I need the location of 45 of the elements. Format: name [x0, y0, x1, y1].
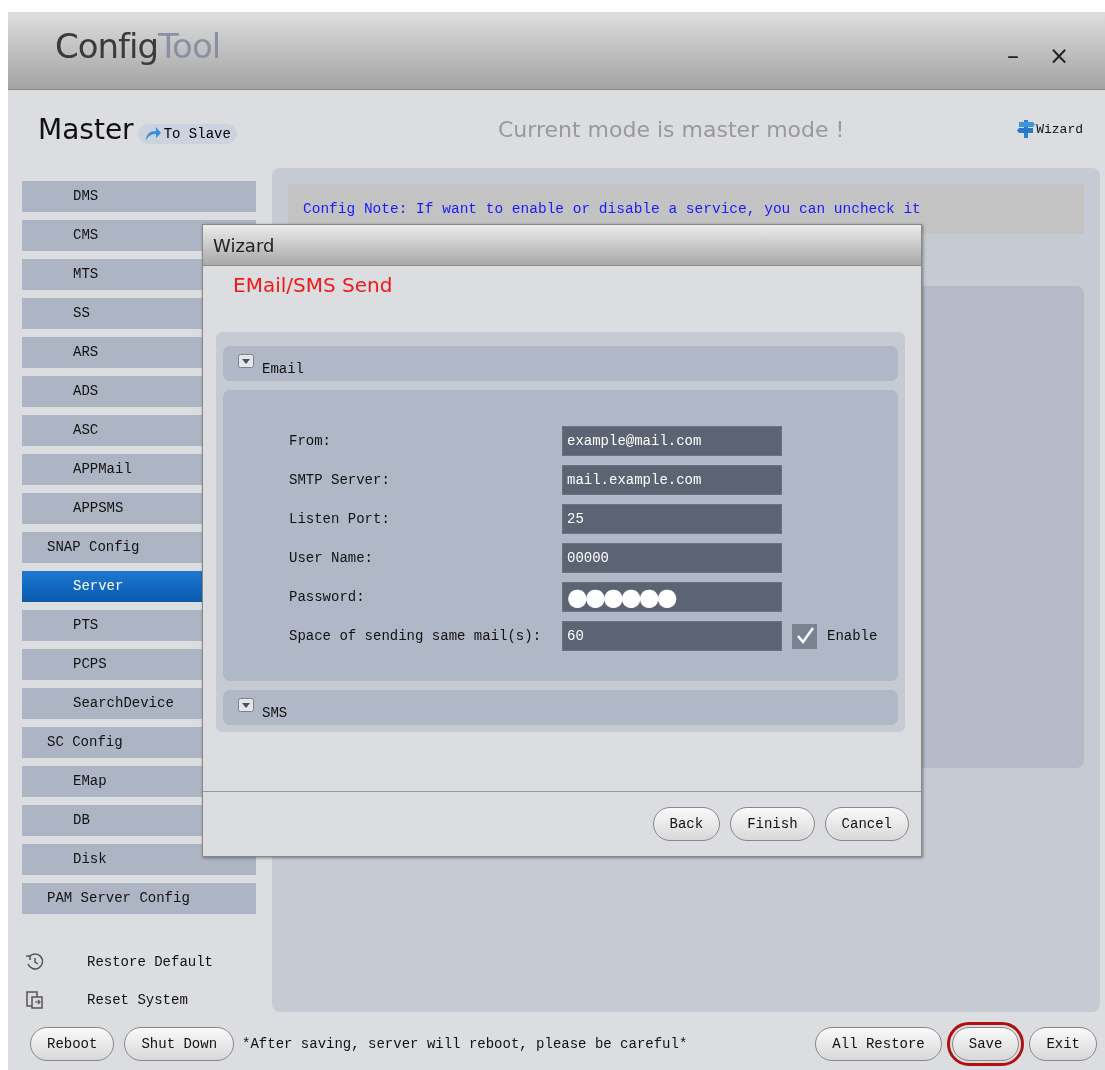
mode-message: Current mode is master mode ! — [498, 116, 846, 142]
dropdown-toggle-icon[interactable] — [238, 354, 254, 368]
password-field[interactable]: ●●●●●● — [562, 582, 782, 612]
warning-text: *After saving, server will reboot, please be careful* — [242, 1036, 688, 1052]
dialog-button[interactable]: Back — [652, 807, 721, 841]
field-label: SMTP Server: — [289, 472, 391, 488]
checkbox-label: Enable — [827, 628, 878, 644]
section-header[interactable]: SMS — [223, 690, 898, 725]
restore-default-link[interactable]: Restore Default — [87, 954, 214, 970]
sidebar-item[interactable]: Disk — [22, 844, 256, 875]
input-field[interactable]: mail.example.com — [562, 465, 782, 495]
field-label: From: — [289, 433, 332, 449]
sidebar-group[interactable]: PAM Server Config — [22, 883, 256, 914]
document-reset-icon — [25, 990, 45, 1010]
history-icon — [25, 952, 45, 972]
footer-button[interactable]: All Restore — [815, 1027, 942, 1061]
input-field[interactable]: 25 — [562, 504, 782, 534]
input-field[interactable]: example@mail.com — [562, 426, 782, 456]
wizard-link[interactable]: Wizard — [1016, 118, 1083, 140]
footer-button[interactable]: Exit — [1029, 1027, 1097, 1061]
close-button[interactable]: × — [1040, 40, 1077, 72]
app-logo: ConfigTool — [55, 26, 221, 66]
input-field[interactable]: 00000 — [562, 543, 782, 573]
field-label: Listen Port: — [289, 511, 391, 527]
dropdown-toggle-icon[interactable] — [238, 698, 254, 712]
dialog-button[interactable]: Cancel — [824, 807, 909, 841]
section-title: SMS — [262, 705, 288, 721]
config-note: Config Note: If want to enable or disable a service, you can uncheck it — [303, 201, 921, 217]
input-field[interactable]: 60 — [562, 621, 782, 651]
footer-button[interactable]: Reboot — [30, 1027, 115, 1061]
footer-button[interactable]: Shut Down — [124, 1027, 235, 1061]
dialog-button[interactable]: Finish — [730, 807, 815, 841]
section-header[interactable]: Email — [223, 346, 898, 381]
reset-system-link[interactable]: Reset System — [87, 992, 188, 1008]
field-label: Password: — [289, 589, 366, 605]
enable-checkbox[interactable] — [792, 623, 817, 649]
section-title: Email — [262, 361, 304, 377]
minimize-button[interactable]: – — [998, 40, 1027, 72]
mode-title: Master — [38, 112, 134, 146]
sidebar-item[interactable]: DMS — [22, 181, 256, 212]
to-slave-button[interactable]: To Slave — [137, 123, 237, 144]
field-label: User Name: — [289, 550, 374, 566]
field-label: Space of sending same mail(s): — [289, 628, 543, 644]
signpost-icon — [1016, 118, 1037, 140]
redo-arrow-icon — [143, 125, 162, 142]
